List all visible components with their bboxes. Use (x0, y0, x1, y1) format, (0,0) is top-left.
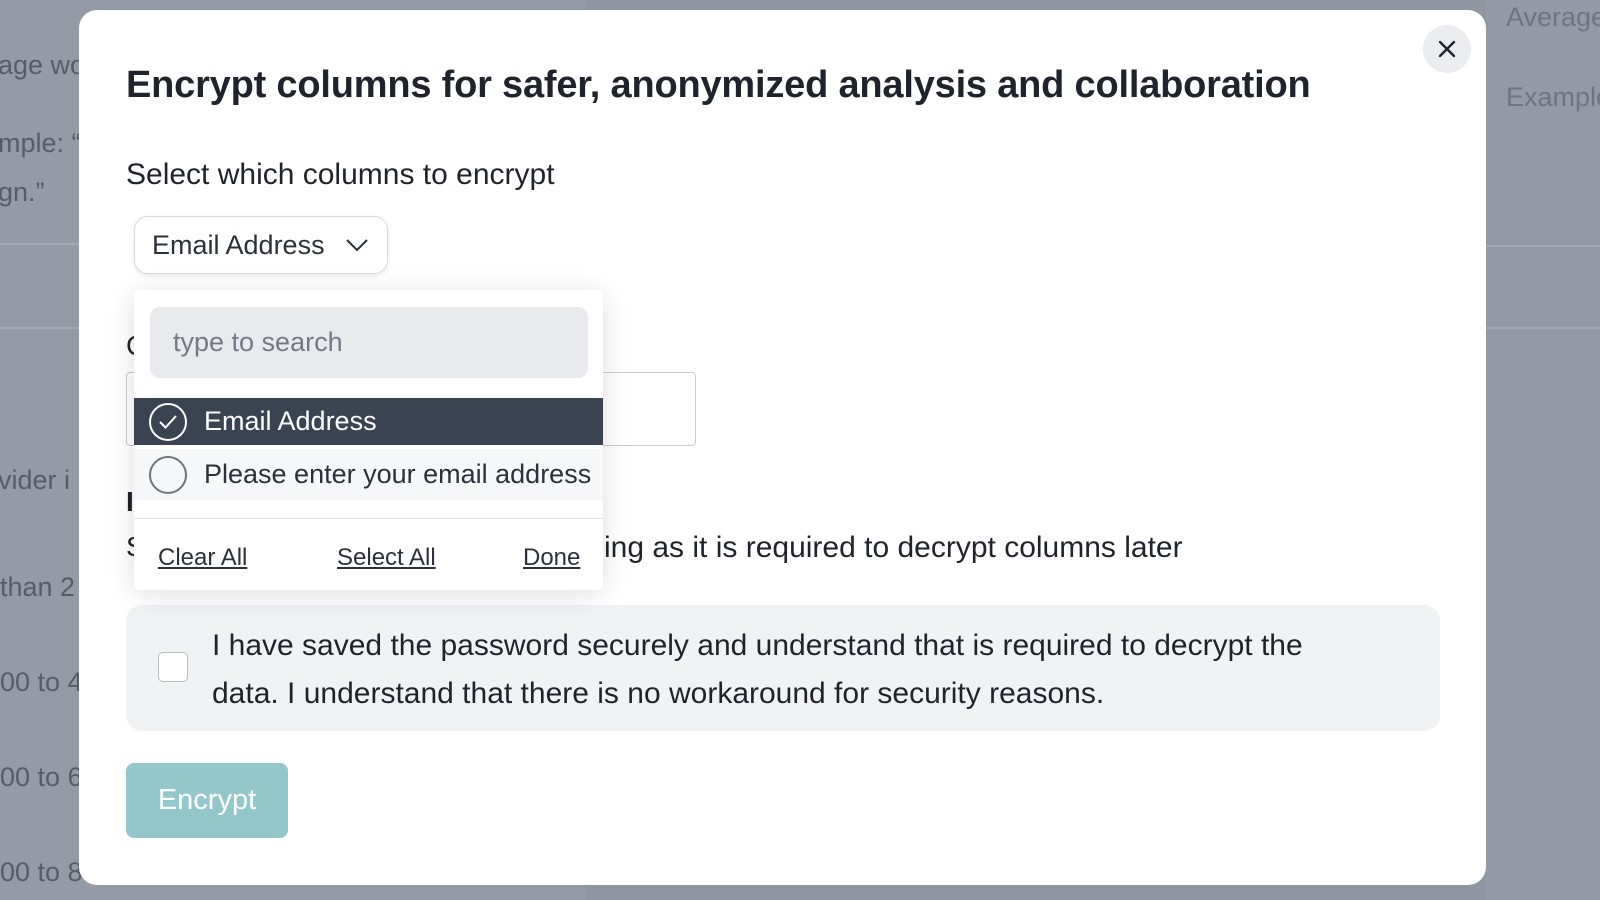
selected-column-value: Email Address (152, 229, 325, 260)
background-right-panel (1486, 0, 1600, 900)
dropdown-divider (134, 518, 603, 519)
option-label: Email Address (204, 406, 377, 436)
column-dropdown-menu: Email Address Please enter your email ad… (134, 290, 603, 590)
background-text: Average (1506, 2, 1600, 32)
option-please-enter-email[interactable]: Please enter your email address (134, 449, 603, 500)
background-text: than 2 (0, 572, 76, 602)
done-link[interactable]: Done (523, 544, 580, 572)
acknowledgement-checkbox[interactable] (158, 652, 188, 682)
option-email-address[interactable]: Email Address (134, 398, 603, 445)
background-text: age wo (0, 50, 86, 80)
clear-all-link[interactable]: Clear All (158, 544, 247, 572)
hint-text: ing as it is required to decrypt columns… (604, 531, 1183, 564)
background-text: gn.” (0, 177, 45, 207)
background-divider (0, 327, 79, 329)
background-text: vider i (0, 465, 71, 495)
encrypt-button[interactable]: Encrypt (126, 763, 288, 838)
acknowledgement-text: I have saved the password securely and u… (212, 629, 1303, 710)
background-text: 00 to 6 (0, 762, 83, 792)
section-heading: I (126, 486, 134, 517)
modal-title: Encrypt columns for safer, anonymized an… (126, 64, 1311, 106)
close-button[interactable] (1423, 25, 1471, 73)
background-text: mple: “I (0, 128, 89, 158)
background-text: Example (1506, 82, 1600, 112)
background-divider (0, 243, 79, 245)
select-columns-label: Select which columns to encrypt (126, 158, 555, 191)
background-divider (1486, 245, 1600, 247)
check-circle-icon (149, 402, 187, 441)
option-label: Please enter your email address (204, 459, 592, 489)
chevron-down-icon (345, 238, 369, 252)
background-text: 00 to 8 (0, 857, 83, 887)
background-divider (1486, 327, 1600, 329)
empty-circle-icon (149, 455, 187, 494)
search-input[interactable] (150, 307, 588, 378)
close-icon (1437, 39, 1457, 59)
background-text: 00 to 4 (0, 667, 83, 697)
column-select-dropdown[interactable]: Email Address (134, 216, 388, 274)
select-all-link[interactable]: Select All (337, 544, 436, 572)
